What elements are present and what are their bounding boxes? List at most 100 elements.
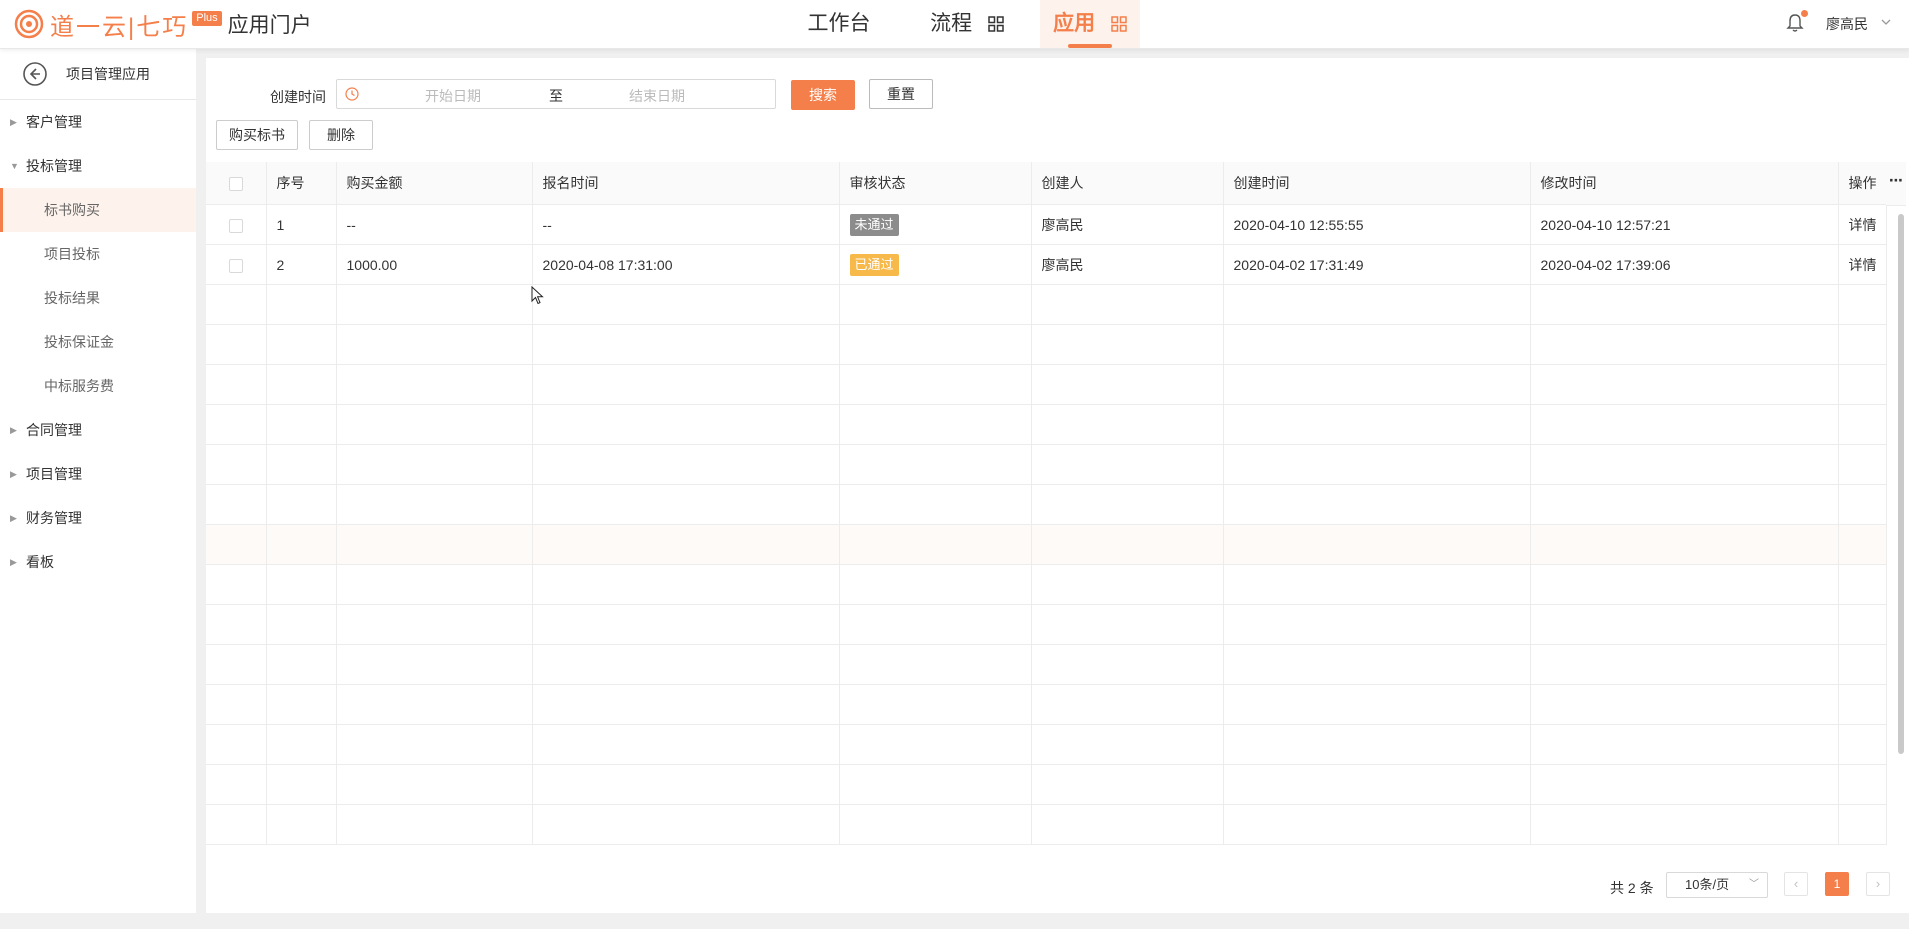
sidebar-item-bid-result[interactable]: 投标结果 <box>0 276 196 320</box>
empty-row <box>206 484 1887 525</box>
sidebar-item-customer[interactable]: ▶ 客户管理 <box>0 100 196 144</box>
cell-modified: 2020-04-02 17:39:06 <box>1530 244 1839 285</box>
caret-right-icon: ▶ <box>10 117 17 127</box>
cell-action: 详情 <box>1838 204 1887 245</box>
search-button[interactable]: 搜索 <box>791 80 855 110</box>
filter-label: 创建时间 <box>270 89 326 105</box>
caret-right-icon: ▶ <box>10 425 17 435</box>
empty-row <box>206 444 1887 485</box>
range-separator: 至 <box>549 88 563 104</box>
sidebar-item-label: 项目投标 <box>44 246 100 262</box>
top-bar: 道一云|七巧 Plus 应用门户 工作台 流程 应用 廖高民 <box>0 0 1909 49</box>
cell-creator: 廖高民 <box>1031 204 1224 245</box>
sidebar: 项目管理应用 ▶ 客户管理 ▼ 投标管理 标书购买 项目投标 投标结果 投标保证… <box>0 49 196 913</box>
sidebar-item-label: 标书购买 <box>44 202 100 218</box>
sidebar-item-label: 投标保证金 <box>44 334 114 350</box>
sidebar-item-bid-purchase[interactable]: 标书购买 <box>0 188 196 232</box>
status-badge: 未通过 <box>849 213 899 236</box>
end-date-input[interactable]: 结束日期 <box>629 86 685 106</box>
logo-icon <box>14 9 44 39</box>
column-header: 修改时间 <box>1530 162 1839 205</box>
main-panel: 创建时间 开始日期 至 结束日期 搜索 重置 购买标书 删除 序号 购买金额 报… <box>206 58 1909 913</box>
empty-row <box>206 404 1887 445</box>
date-range-picker[interactable]: 开始日期 至 结束日期 <box>336 79 776 109</box>
next-page-button[interactable]: › <box>1866 872 1890 896</box>
nav-process[interactable]: 流程 <box>912 0 1022 48</box>
cell-amount: 1000.00 <box>336 244 533 285</box>
detail-link[interactable]: 详情 <box>1849 217 1877 233</box>
sidebar-item-label: 投标结果 <box>44 290 100 306</box>
empty-row <box>206 764 1887 805</box>
empty-row <box>206 324 1887 365</box>
row-select-cell <box>206 204 267 245</box>
cell-creator: 廖高民 <box>1031 244 1224 285</box>
row-select-cell <box>206 244 267 285</box>
sidebar-item-label: 中标服务费 <box>44 378 114 394</box>
row-checkbox[interactable] <box>228 258 243 273</box>
nav-label: 应用 <box>1053 12 1096 35</box>
column-header: 序号 <box>266 162 337 205</box>
user-name[interactable]: 廖高民 <box>1826 14 1868 34</box>
scrollbar-thumb[interactable] <box>1898 214 1904 754</box>
page-size-select[interactable]: 10条/页 ﹀ <box>1666 872 1768 898</box>
cell-signup-time: 2020-04-08 17:31:00 <box>532 244 840 285</box>
data-table: 序号 购买金额 报名时间 审核状态 创建人 创建时间 修改时间 操作 1 -- … <box>206 162 1909 862</box>
empty-row <box>206 364 1887 405</box>
clock-icon <box>345 87 359 101</box>
cell-status: 未通过 <box>839 204 1032 245</box>
prev-page-button[interactable]: ‹ <box>1784 872 1808 896</box>
sidebar-item-label: 投标管理 <box>26 158 82 174</box>
sidebar-item-label: 看板 <box>26 554 54 570</box>
table-row[interactable]: 1 -- -- 未通过 廖高民 2020-04-10 12:55:55 2020… <box>206 204 1887 245</box>
sidebar-item-contract[interactable]: ▶ 合同管理 <box>0 408 196 452</box>
column-header: 创建时间 <box>1223 162 1531 205</box>
select-all-checkbox[interactable] <box>228 177 243 192</box>
caret-right-icon: ▶ <box>10 513 17 523</box>
grid-icon <box>988 16 1004 33</box>
sidebar-item-project[interactable]: ▶ 项目管理 <box>0 452 196 496</box>
sidebar-item-bid-deposit[interactable]: 投标保证金 <box>0 320 196 364</box>
pagination-total: 共 2 条 <box>1610 880 1654 896</box>
portal-title: 应用门户 <box>227 14 312 37</box>
column-header: 创建人 <box>1031 162 1224 205</box>
current-page-button[interactable]: 1 <box>1825 872 1849 896</box>
empty-row <box>206 644 1887 685</box>
empty-row <box>206 724 1887 765</box>
table-row[interactable]: 2 1000.00 2020-04-08 17:31:00 已通过 廖高民 20… <box>206 244 1887 285</box>
sidebar-item-winning-fee[interactable]: 中标服务费 <box>0 364 196 408</box>
cell-created: 2020-04-10 12:55:55 <box>1223 204 1531 245</box>
sidebar-item-finance[interactable]: ▶ 财务管理 <box>0 496 196 540</box>
back-icon[interactable] <box>22 61 48 87</box>
start-date-input[interactable]: 开始日期 <box>425 86 481 106</box>
cell-modified: 2020-04-10 12:57:21 <box>1530 204 1839 245</box>
sidebar-header: 项目管理应用 <box>0 49 196 100</box>
active-indicator <box>1068 44 1112 48</box>
delete-button[interactable]: 删除 <box>309 120 373 150</box>
detail-link[interactable]: 详情 <box>1849 257 1877 273</box>
chevron-down-icon[interactable] <box>1880 16 1892 28</box>
nav-apps[interactable]: 应用 <box>1040 0 1140 48</box>
column-header: 审核状态 <box>839 162 1032 205</box>
mouse-cursor-icon <box>531 286 544 305</box>
sidebar-item-board[interactable]: ▶ 看板 <box>0 540 196 584</box>
nav-label: 流程 <box>930 12 973 35</box>
table-header-row: 序号 购买金额 报名时间 审核状态 创建人 创建时间 修改时间 操作 <box>206 162 1887 205</box>
buy-bid-button[interactable]: 购买标书 <box>216 120 298 150</box>
sidebar-item-bidding[interactable]: ▼ 投标管理 <box>0 144 196 188</box>
cell-signup-time: -- <box>532 204 840 245</box>
more-icon[interactable]: ⋯ <box>1886 162 1906 206</box>
reset-button[interactable]: 重置 <box>869 79 933 109</box>
sidebar-item-label: 合同管理 <box>26 422 82 438</box>
plus-badge: Plus <box>192 10 222 26</box>
status-badge: 已通过 <box>849 253 899 276</box>
nav-workbench[interactable]: 工作台 <box>794 0 884 48</box>
select-all-cell <box>206 162 267 205</box>
sidebar-item-project-bid[interactable]: 项目投标 <box>0 232 196 276</box>
sidebar-item-label: 项目管理 <box>26 466 82 482</box>
sidebar-item-label: 客户管理 <box>26 114 82 130</box>
cell-status: 已通过 <box>839 244 1032 285</box>
empty-row <box>206 604 1887 645</box>
empty-row <box>206 524 1887 565</box>
row-checkbox[interactable] <box>228 218 243 233</box>
logo[interactable]: 道一云|七巧 Plus 应用门户 <box>14 8 312 41</box>
